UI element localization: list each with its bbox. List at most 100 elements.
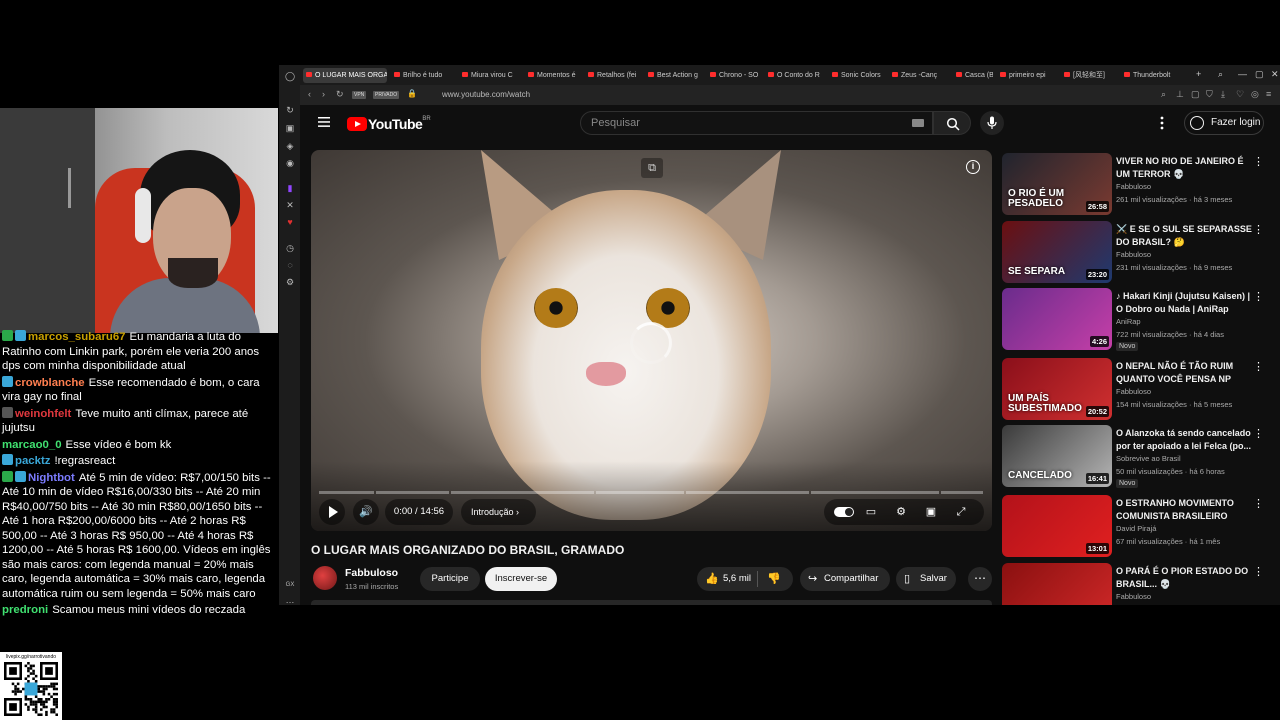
twitch-icon[interactable]: ▮ — [285, 183, 295, 193]
lock-icon[interactable]: 🔒 — [407, 89, 417, 98]
chat-username[interactable]: marcao0_0 — [2, 439, 62, 451]
play-button[interactable] — [319, 499, 345, 525]
channel-avatar[interactable] — [313, 566, 337, 590]
close-window-icon[interactable]: ✕ — [1271, 69, 1279, 80]
browser-tab[interactable]: O LUGAR MAIS ORGAN — [303, 68, 387, 83]
channel-name[interactable]: Fabbuloso — [345, 567, 398, 579]
minimize-icon[interactable]: — — [1238, 69, 1247, 79]
zoom-icon[interactable]: ⌕ — [1161, 89, 1166, 100]
chapter-button[interactable]: Introdução › — [461, 499, 536, 525]
chat-username[interactable]: weinohfelt — [15, 408, 71, 420]
recommended-video[interactable]: 4:26 ♪ Hakari Kinji (Jujutsu Kaisen) | O … — [1002, 288, 1272, 352]
theater-mode-icon[interactable]: ▣ — [924, 505, 938, 519]
more-sidebar-icon[interactable]: … — [285, 595, 295, 605]
easy-setup-icon[interactable]: ≡ — [1266, 89, 1271, 99]
opera-logo-icon[interactable]: ◯ — [285, 71, 295, 81]
messenger-icon[interactable]: ◉ — [285, 158, 295, 168]
sign-in-button[interactable]: Fazer login — [1184, 111, 1264, 135]
reload-icon[interactable]: ↻ — [336, 89, 344, 100]
history-icon[interactable]: ↻ — [285, 105, 295, 115]
join-button[interactable]: Participe — [420, 567, 480, 591]
recommended-video[interactable]: O RIO É UM PESADELO 26:58 VIVER NO RIO DE … — [1002, 153, 1272, 217]
settings-kebab-icon[interactable] — [1155, 115, 1169, 131]
recommended-channel[interactable]: Fabbuloso — [1116, 592, 1151, 601]
subscribe-button[interactable]: Inscrever-se — [485, 567, 557, 591]
video-player[interactable]: ⧉ i 🔊 0:00 / 14:56 Introdução › ▭ ⚙ ▣ ⤢ — [311, 150, 992, 531]
chapter-segment[interactable] — [376, 491, 449, 494]
recommended-channel[interactable]: Fabbuloso — [1116, 182, 1151, 191]
recommended-title[interactable]: ♪ Hakari Kinji (Jujutsu Kaisen) | O Dobr… — [1116, 290, 1256, 315]
recommended-title[interactable]: VIVER NO RIO DE JANEIRO É UM TERROR 💀 — [1116, 155, 1256, 180]
video-thumbnail[interactable]: O RIO É UM PESADELO 26:58 — [1002, 153, 1112, 215]
recommended-video[interactable]: CANCELADO 16:41 O Alanzoka tá sendo cancel… — [1002, 425, 1272, 489]
recommended-title[interactable]: O NEPAL NÃO É TÃO RUIM QUANTO VOCÊ PENSA… — [1116, 360, 1256, 385]
search-button[interactable] — [933, 111, 971, 135]
video-thumbnail[interactable]: 4:26 — [1002, 288, 1112, 350]
back-icon[interactable]: ‹ — [308, 89, 311, 99]
share-button[interactable]: ↪ Compartilhar — [800, 567, 890, 591]
browser-tab[interactable]: Sonic Colors — [829, 68, 885, 83]
settings-gear-icon[interactable]: ⚙ — [894, 505, 908, 519]
recommended-channel[interactable]: Sobrevive ao Brasil — [1116, 454, 1181, 463]
tab-search-icon[interactable]: ⌕ — [1218, 69, 1223, 80]
forward-icon[interactable]: › — [322, 89, 325, 99]
browser-tab[interactable]: O Conto do R — [765, 68, 825, 83]
more-actions-button[interactable]: ⋯ — [968, 567, 992, 591]
chapter-segment[interactable] — [451, 491, 594, 494]
recommended-title[interactable]: O PARÁ É O PIOR ESTADO DO BRASIL... 💀 — [1116, 565, 1256, 590]
video-thumbnail[interactable]: 13:01 — [1002, 495, 1112, 557]
clock-icon[interactable]: ◷ — [285, 243, 295, 253]
search-box[interactable] — [580, 111, 933, 135]
recommended-video[interactable]: SE SEPARA 23:20 ⚔️ E SE O SUL SE SEPARASSE… — [1002, 221, 1272, 285]
youtube-logo[interactable]: YouTubeBR — [347, 115, 431, 133]
x-twitter-icon[interactable]: ✕ — [285, 200, 295, 210]
more-options-icon[interactable]: ⋮ — [1253, 565, 1264, 578]
browser-tab[interactable]: Momentos é — [525, 68, 581, 83]
shield-icon[interactable]: ⛉ — [1206, 89, 1213, 100]
chapter-segment[interactable] — [596, 491, 684, 494]
browser-tab[interactable]: Brilho é tudo — [391, 68, 455, 83]
browser-tab[interactable]: Thunderbolt — [1121, 68, 1175, 83]
profile-icon[interactable]: ◎ — [1251, 89, 1259, 100]
url-text[interactable]: www.youtube.com/watch — [442, 90, 530, 99]
more-options-icon[interactable]: ⋮ — [1253, 223, 1264, 236]
browser-tab[interactable]: Best Action g — [645, 68, 703, 83]
more-options-icon[interactable]: ⋮ — [1253, 290, 1264, 303]
description-box[interactable] — [311, 600, 992, 605]
browser-tab[interactable]: Miura virou C — [459, 68, 521, 83]
chapter-segment[interactable] — [686, 491, 809, 494]
recommended-title[interactable]: O Alanzoka tá sendo cancelado por ter ap… — [1116, 427, 1256, 452]
recommended-video[interactable]: UM PAÍS SUBESTIMADO 20:52 O NEPAL NÃO É TÃ… — [1002, 358, 1272, 422]
recommended-channel[interactable]: AniRap — [1116, 317, 1141, 326]
video-thumbnail[interactable]: SE SEPARA 23:20 — [1002, 221, 1112, 283]
save-button[interactable]: ▯ Salvar — [896, 567, 956, 591]
recommended-channel[interactable]: David Pirajá — [1116, 524, 1156, 533]
keyboard-icon[interactable] — [912, 119, 924, 127]
miniplayer-icon[interactable]: ⧉ — [641, 158, 663, 178]
heart-icon[interactable]: ♡ — [1236, 89, 1244, 100]
recommended-video[interactable]: O PARÁ É O PIOR ESTADO DO BRASIL... 💀 Fab… — [1002, 563, 1272, 605]
more-options-icon[interactable]: ⋮ — [1253, 155, 1264, 168]
chapter-segment[interactable] — [811, 491, 939, 494]
music-icon[interactable]: ♥ — [285, 217, 295, 227]
recommended-channel[interactable]: Fabbuloso — [1116, 250, 1151, 259]
chapter-segment[interactable] — [941, 491, 983, 494]
gx-icon[interactable]: GX — [285, 580, 295, 590]
subtitles-icon[interactable]: ▭ — [864, 505, 878, 519]
video-thumbnail[interactable]: UM PAÍS SUBESTIMADO 20:52 — [1002, 358, 1112, 420]
video-thumbnail[interactable] — [1002, 563, 1112, 605]
hamburger-menu-icon[interactable] — [317, 115, 331, 129]
more-options-icon[interactable]: ⋮ — [1253, 427, 1264, 440]
search-input[interactable] — [591, 117, 891, 129]
bag-icon[interactable]: ▣ — [285, 123, 295, 133]
chapter-segment[interactable] — [319, 491, 374, 494]
pin-icon[interactable]: ⊥ — [1176, 89, 1184, 100]
browser-tab[interactable]: primeiro epi — [997, 68, 1057, 83]
recommended-video[interactable]: 13:01 O ESTRANHO MOVIMENTO COMUNISTA BRAS… — [1002, 495, 1272, 559]
browser-tab[interactable]: Chrono - SO — [707, 68, 761, 83]
more-options-icon[interactable]: ⋮ — [1253, 360, 1264, 373]
chat-username[interactable]: crowblanche — [15, 377, 85, 389]
recommended-channel[interactable]: Fabbuloso — [1116, 387, 1151, 396]
chat-username[interactable]: predroni — [2, 604, 48, 616]
chat-username[interactable]: packtz — [15, 455, 50, 467]
